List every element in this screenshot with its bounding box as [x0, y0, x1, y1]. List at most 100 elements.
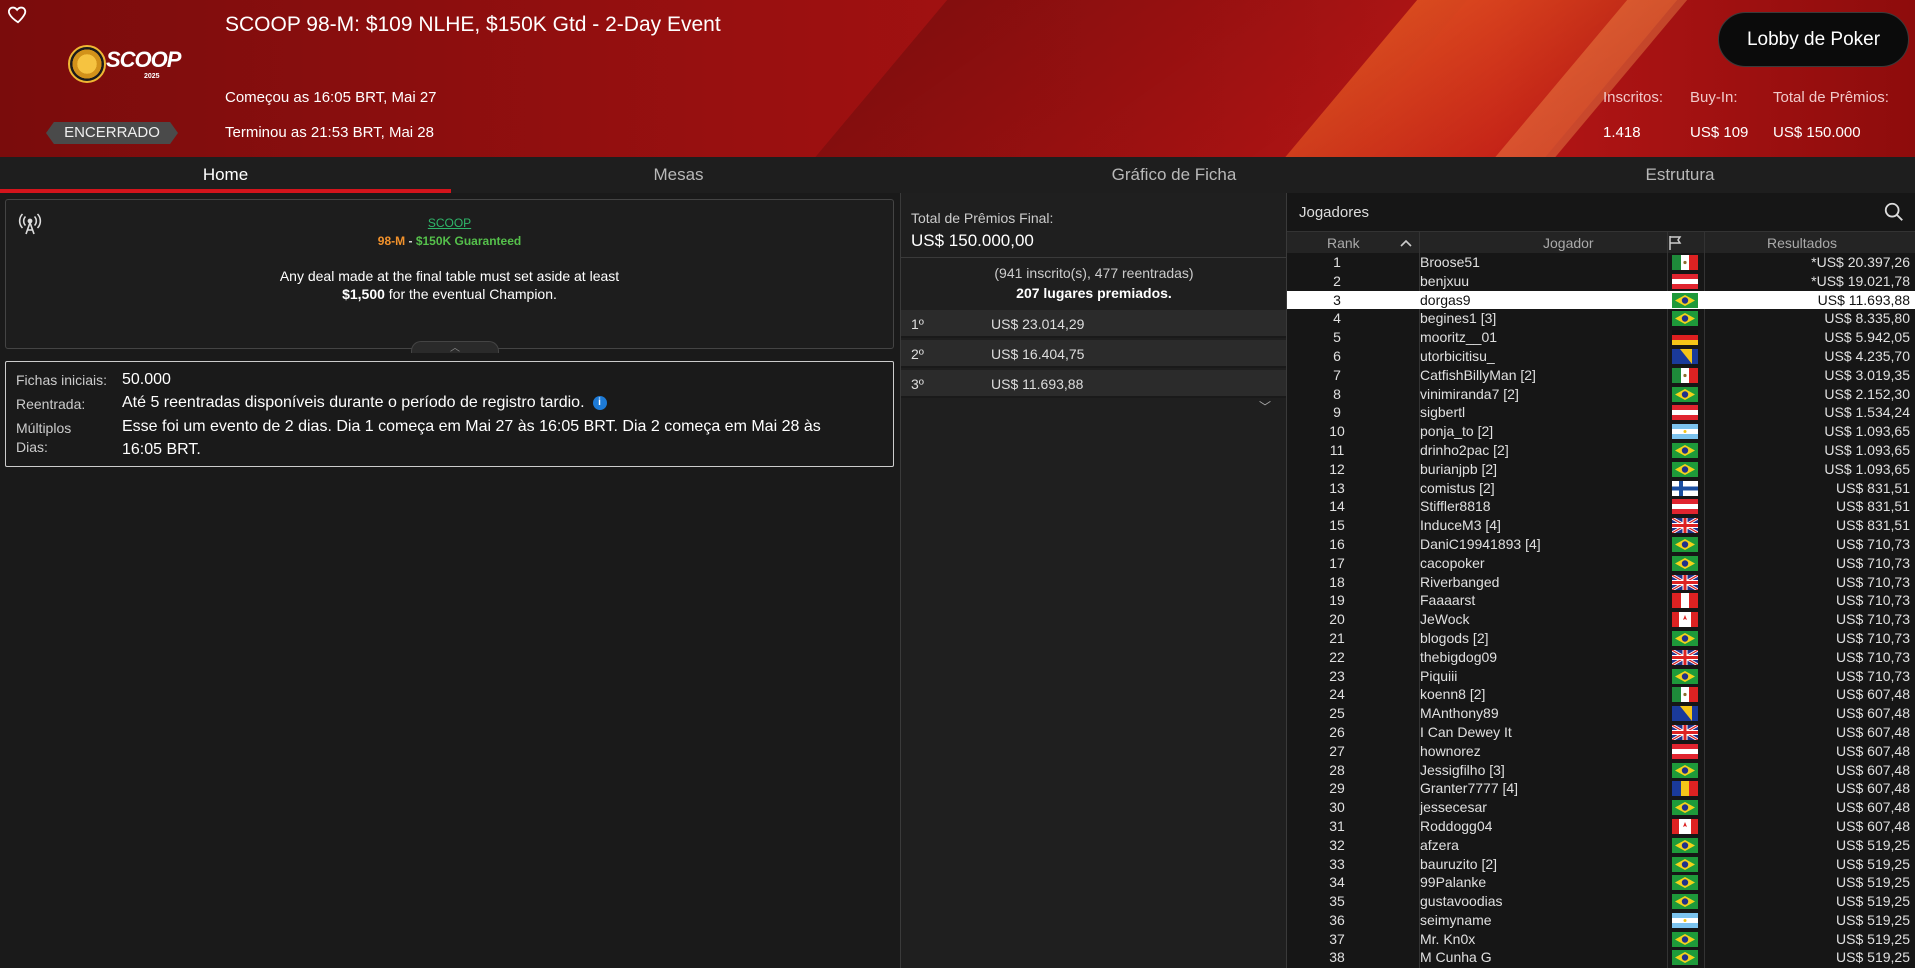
- players-list: 1 Broose51 *US$ 20.397,26 2 benjxuu *US$ 19.0…: [1287, 253, 1915, 967]
- table-row[interactable]: 4 begines1 [3] US$ 8.335,80: [1287, 309, 1915, 328]
- table-row[interactable]: 5 mooritz__01 US$ 5.942,05: [1287, 328, 1915, 347]
- sort-ascending-icon[interactable]: [1399, 236, 1413, 252]
- player-name: Mr. Kn0x: [1420, 930, 1476, 947]
- players-table-header: Rank Jogador Resultados: [1287, 231, 1915, 253]
- table-row[interactable]: 2 benjxuu *US$ 19.021,78: [1287, 272, 1915, 291]
- table-row[interactable]: 27 hownorez US$ 607,48: [1287, 742, 1915, 761]
- table-row[interactable]: 18 Riverbanged US$ 710,73: [1287, 573, 1915, 592]
- player-result: US$ 607,48: [1836, 686, 1910, 703]
- table-row[interactable]: 22 thebigdog09 US$ 710,73: [1287, 648, 1915, 667]
- table-row[interactable]: 14 Stiffler8818 US$ 831,51: [1287, 497, 1915, 516]
- final-prize-label: Total de Prêmios Final:: [911, 210, 1054, 226]
- player-result: US$ 519,25: [1836, 874, 1910, 891]
- entrants-summary: (941 inscrito(s), 477 reentradas): [994, 265, 1194, 281]
- scoop-link[interactable]: SCOOP: [6, 216, 893, 230]
- player-rank: 28: [1329, 761, 1345, 778]
- tab-chip-graph[interactable]: Gráfico de Ficha: [1000, 157, 1348, 193]
- player-name: mooritz__01: [1420, 329, 1498, 346]
- country-flag-icon: [1672, 837, 1698, 853]
- table-row[interactable]: 21 blogods [2] US$ 710,73: [1287, 629, 1915, 648]
- player-rank: 22: [1329, 648, 1345, 665]
- table-row[interactable]: 16 DaniC19941893 [4] US$ 710,73: [1287, 535, 1915, 554]
- deal-note-rest: for the eventual Champion.: [384, 286, 557, 302]
- player-name: Faaaarst: [1420, 592, 1476, 609]
- status-badge: ENCERRADO: [46, 122, 178, 144]
- country-flag-icon: [1672, 856, 1698, 872]
- player-result: US$ 519,25: [1836, 836, 1910, 853]
- player-result: US$ 607,48: [1836, 799, 1910, 816]
- player-rank: 35: [1329, 893, 1345, 910]
- info-icon[interactable]: i: [592, 395, 607, 410]
- country-flag-icon: [1671, 648, 1699, 667]
- end-time: Terminou as 21:53 BRT, Mai 28: [225, 124, 434, 141]
- final-prize-value: US$ 150.000,00: [911, 231, 1034, 250]
- tab-home[interactable]: Home: [0, 157, 451, 193]
- player-rank: 10: [1329, 423, 1345, 440]
- player-rank: 37: [1329, 930, 1345, 947]
- player-name: ponja_to [2]: [1420, 423, 1494, 440]
- tournament-header: SCOOP 2025 ENCERRADO SCOOP 98-M: $109 NL…: [0, 0, 1915, 157]
- table-row[interactable]: 34 99Palanke US$ 519,25: [1287, 873, 1915, 892]
- rank-column-header[interactable]: Rank: [1327, 235, 1360, 251]
- table-row[interactable]: 9 sigbertl US$ 1.534,24: [1287, 403, 1915, 422]
- poker-lobby-button[interactable]: Lobby de Poker: [1718, 12, 1909, 67]
- player-result: US$ 607,48: [1836, 780, 1910, 797]
- table-row[interactable]: 32 afzera US$ 519,25: [1287, 836, 1915, 855]
- country-flag-icon: [1672, 273, 1698, 289]
- table-row[interactable]: 8 vinimiranda7 [2] US$ 2.152,30: [1287, 385, 1915, 404]
- table-row[interactable]: 31 Roddogg04 US$ 607,48: [1287, 817, 1915, 836]
- table-row[interactable]: 35 gustavoodias US$ 519,25: [1287, 892, 1915, 911]
- player-result: US$ 1.534,24: [1824, 404, 1910, 421]
- table-row[interactable]: 38 M Cunha G US$ 519,25: [1287, 948, 1915, 967]
- player-rank: 21: [1329, 629, 1345, 646]
- table-row[interactable]: 10 ponja_to [2] US$ 1.093,65: [1287, 422, 1915, 441]
- buyin-value: US$ 109: [1690, 124, 1749, 141]
- table-row[interactable]: 33 bauruzito [2] US$ 519,25: [1287, 855, 1915, 874]
- table-row[interactable]: 15 InduceM3 [4] US$ 831,51: [1287, 516, 1915, 535]
- deal-note-line2: $1,500 for the eventual Champion.: [6, 286, 893, 302]
- player-result: US$ 1.093,65: [1824, 460, 1910, 477]
- entrants-value: 1.418: [1603, 124, 1641, 141]
- table-row[interactable]: 12 burianjpb [2] US$ 1.093,65: [1287, 460, 1915, 479]
- table-row[interactable]: 1 Broose51 *US$ 20.397,26: [1287, 253, 1915, 272]
- player-name: blogods [2]: [1420, 629, 1489, 646]
- table-row[interactable]: 23 Piquiii US$ 710,73: [1287, 667, 1915, 686]
- chevron-down-icon: ﹀: [1259, 400, 1272, 414]
- flag-icon[interactable]: [1667, 234, 1685, 255]
- table-row[interactable]: 13 comistus [2] US$ 831,51: [1287, 479, 1915, 498]
- table-row[interactable]: 6 utorbicitisu_ US$ 4.235,70: [1287, 347, 1915, 366]
- table-row[interactable]: 26 I Can Dewey It US$ 607,48: [1287, 723, 1915, 742]
- table-row[interactable]: 30 jessecesar US$ 607,48: [1287, 798, 1915, 817]
- prize-label: Total de Prêmios:: [1773, 89, 1889, 106]
- results-column-header[interactable]: Resultados: [1767, 235, 1837, 251]
- chevron-up-icon: ︿: [450, 343, 460, 354]
- player-name: MAnthony89: [1420, 705, 1499, 722]
- country-flag-icon: [1672, 818, 1698, 834]
- tab-structure[interactable]: Estrutura: [1580, 157, 1780, 193]
- player-name: M Cunha G: [1420, 949, 1492, 966]
- player-name: dorgas9: [1420, 291, 1471, 308]
- table-row[interactable]: 3 dorgas9 US$ 11.693,88: [1287, 290, 1915, 310]
- guarantee-text: $150K Guaranteed: [415, 234, 522, 248]
- expand-prizes-button[interactable]: ﹀: [1259, 398, 1271, 415]
- table-row[interactable]: 11 drinho2pac [2] US$ 1.093,65: [1287, 441, 1915, 460]
- player-name: gustavoodias: [1420, 893, 1503, 910]
- table-row[interactable]: 28 Jessigfilho [3] US$ 607,48: [1287, 761, 1915, 780]
- table-row[interactable]: 29 Granter7777 [4] US$ 607,48: [1287, 779, 1915, 798]
- collapse-info-button[interactable]: ︿: [411, 341, 499, 354]
- table-row[interactable]: 24 koenn8 [2] US$ 607,48: [1287, 685, 1915, 704]
- search-icon[interactable]: [1883, 201, 1905, 223]
- heart-outline-icon[interactable]: [7, 3, 29, 25]
- table-row[interactable]: 37 Mr. Kn0x US$ 519,25: [1287, 930, 1915, 949]
- table-row[interactable]: 17 cacopoker US$ 710,73: [1287, 554, 1915, 573]
- prize-row: 1º US$ 23.014,29: [901, 310, 1287, 338]
- table-row[interactable]: 19 Faaaarst US$ 710,73: [1287, 591, 1915, 610]
- player-result: US$ 1.093,65: [1824, 441, 1910, 458]
- table-row[interactable]: 25 MAnthony89 US$ 607,48: [1287, 704, 1915, 723]
- player-name: begines1 [3]: [1420, 310, 1497, 327]
- table-row[interactable]: 20 JeWock US$ 710,73: [1287, 610, 1915, 629]
- table-row[interactable]: 7 CatfishBillyMan [2] US$ 3.019,35: [1287, 366, 1915, 385]
- table-row[interactable]: 36 seimyname US$ 519,25: [1287, 911, 1915, 930]
- player-column-header[interactable]: Jogador: [1543, 235, 1594, 251]
- tab-tables[interactable]: Mesas: [451, 157, 906, 193]
